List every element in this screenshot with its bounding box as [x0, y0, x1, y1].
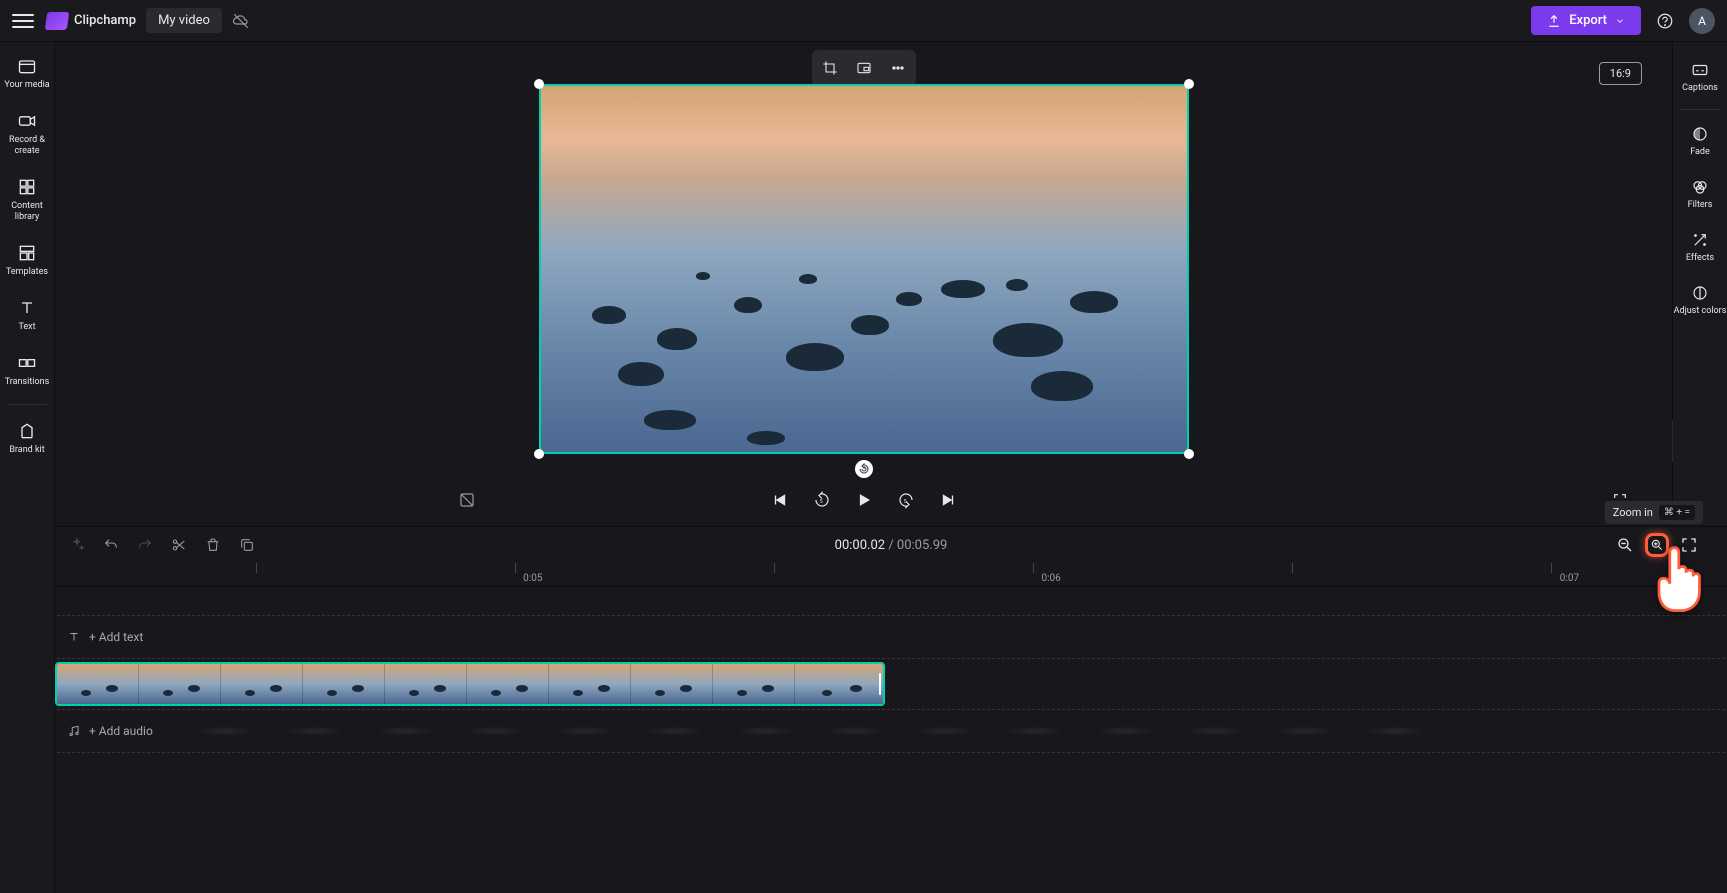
- text-track[interactable]: + Add text: [55, 615, 1727, 659]
- tooltip-label: Zoom in: [1613, 506, 1653, 519]
- timeline-area: 00:00.02 / 00:05.99 Zoom in ⌘ + = 0:05 0…: [55, 526, 1727, 893]
- add-audio-label: + Add audio: [89, 724, 153, 738]
- crop-button[interactable]: [816, 54, 844, 82]
- left-sidebar: Your media Record & create Content libra…: [0, 42, 55, 893]
- export-button[interactable]: Export: [1531, 6, 1641, 35]
- ruler-tick-label: 0:05: [523, 573, 542, 584]
- add-text-label: + Add text: [89, 630, 143, 644]
- ruler-tick-label: 0:06: [1041, 573, 1060, 584]
- menu-button[interactable]: [12, 10, 34, 32]
- tracks: + Add text + Add audio: [55, 587, 1727, 753]
- sidebar-item-label: Content library: [0, 201, 55, 223]
- sidebar-item-your-media[interactable]: Your media: [0, 48, 55, 99]
- zoom-out-button[interactable]: [1613, 533, 1637, 557]
- zoom-in-button[interactable]: [1645, 533, 1669, 557]
- app-name: Clipchamp: [74, 13, 136, 28]
- sidebar-item-text[interactable]: Text: [0, 290, 55, 341]
- sidebar-item-adjust-colors[interactable]: Adjust colors: [1673, 275, 1727, 326]
- canvas[interactable]: [539, 84, 1189, 454]
- sidebar-item-filters[interactable]: Filters: [1673, 169, 1727, 220]
- zoom-fit-button[interactable]: [1677, 533, 1701, 557]
- zoom-controls: [1613, 533, 1701, 557]
- sidebar-item-label: Captions: [1682, 83, 1718, 94]
- copy-button[interactable]: [237, 535, 257, 555]
- play-button[interactable]: [852, 488, 876, 512]
- sidebar-item-label: Your media: [4, 80, 49, 91]
- timecode: 00:00.02 / 00:05.99: [835, 538, 948, 553]
- sidebar-item-label: Transitions: [5, 377, 50, 388]
- split-button[interactable]: [169, 535, 189, 555]
- selection-border: [539, 84, 1189, 454]
- video-clip[interactable]: [55, 662, 885, 706]
- audio-track[interactable]: + Add audio: [55, 709, 1727, 753]
- resize-handle-br[interactable]: [1184, 449, 1194, 459]
- sidebar-item-captions[interactable]: Captions: [1673, 52, 1727, 103]
- project-name[interactable]: My video: [146, 8, 222, 33]
- right-sidebar: Captions Fade Filters Effects Adjust col…: [1672, 42, 1727, 526]
- sidebar-item-label: Templates: [6, 267, 48, 278]
- ruler-tick-label: 0:07: [1560, 573, 1579, 584]
- timeline-ruler[interactable]: 0:05 0:06 0:07: [55, 563, 1727, 587]
- zoom-in-tooltip: Zoom in ⌘ + =: [1605, 501, 1703, 524]
- skip-start-button[interactable]: [768, 488, 792, 512]
- skip-end-button[interactable]: [936, 488, 960, 512]
- sidebar-item-label: Brand kit: [9, 445, 44, 456]
- resize-handle-tl[interactable]: [534, 79, 544, 89]
- sidebar-item-brand-kit[interactable]: Brand kit: [0, 413, 55, 464]
- forward-5s-button[interactable]: 5: [894, 488, 918, 512]
- timeline-toolbar: 00:00.02 / 00:05.99 Zoom in ⌘ + =: [55, 527, 1727, 563]
- duration: 00:05.99: [897, 538, 947, 553]
- sidebar-item-label: Adjust colors: [1674, 306, 1727, 317]
- current-time: 00:00.02: [835, 538, 885, 553]
- rotate-handle[interactable]: [855, 460, 873, 478]
- topbar: Clipchamp My video Export A: [0, 0, 1727, 42]
- sidebar-item-effects[interactable]: Effects: [1673, 222, 1727, 273]
- clip-trim-handle[interactable]: [877, 664, 885, 704]
- undo-button[interactable]: [101, 535, 121, 555]
- sidebar-item-fade[interactable]: Fade: [1673, 116, 1727, 167]
- resize-handle-bl[interactable]: [534, 449, 544, 459]
- logo-icon: [45, 12, 70, 30]
- sidebar-item-label: Text: [18, 322, 35, 333]
- redo-button[interactable]: [135, 535, 155, 555]
- help-button[interactable]: [1651, 7, 1679, 35]
- export-label: Export: [1569, 13, 1607, 28]
- sidebar-item-label: Fade: [1690, 147, 1710, 158]
- preview-toolbar: [812, 50, 916, 86]
- sync-off-icon[interactable]: [232, 12, 250, 30]
- sidebar-item-record-create[interactable]: Record & create: [0, 103, 55, 165]
- resize-handle-tr[interactable]: [1184, 79, 1194, 89]
- app-logo[interactable]: Clipchamp: [46, 12, 136, 30]
- playback-controls: 5 5: [55, 488, 1672, 512]
- sidebar-item-templates[interactable]: Templates: [0, 235, 55, 286]
- add-text-button[interactable]: + Add text: [67, 630, 143, 644]
- more-button[interactable]: [884, 54, 912, 82]
- svg-text:5: 5: [903, 499, 906, 505]
- svg-text:5: 5: [819, 499, 822, 505]
- magic-button[interactable]: [67, 535, 87, 555]
- add-audio-button[interactable]: + Add audio: [67, 724, 153, 738]
- avatar[interactable]: A: [1689, 8, 1715, 34]
- sidebar-item-label: Record & create: [0, 135, 55, 157]
- aspect-ratio-button[interactable]: 16:9: [1599, 62, 1642, 85]
- sidebar-item-label: Effects: [1686, 253, 1714, 264]
- delete-button[interactable]: [203, 535, 223, 555]
- preview-area: 16:9: [55, 42, 1672, 526]
- pip-button[interactable]: [850, 54, 878, 82]
- sidebar-item-label: Filters: [1688, 200, 1713, 211]
- sidebar-item-transitions[interactable]: Transitions: [0, 345, 55, 396]
- tooltip-shortcut: ⌘ + =: [1659, 505, 1695, 520]
- video-track[interactable]: [55, 661, 1727, 707]
- back-5s-button[interactable]: 5: [810, 488, 834, 512]
- sidebar-item-content-library[interactable]: Content library: [0, 169, 55, 231]
